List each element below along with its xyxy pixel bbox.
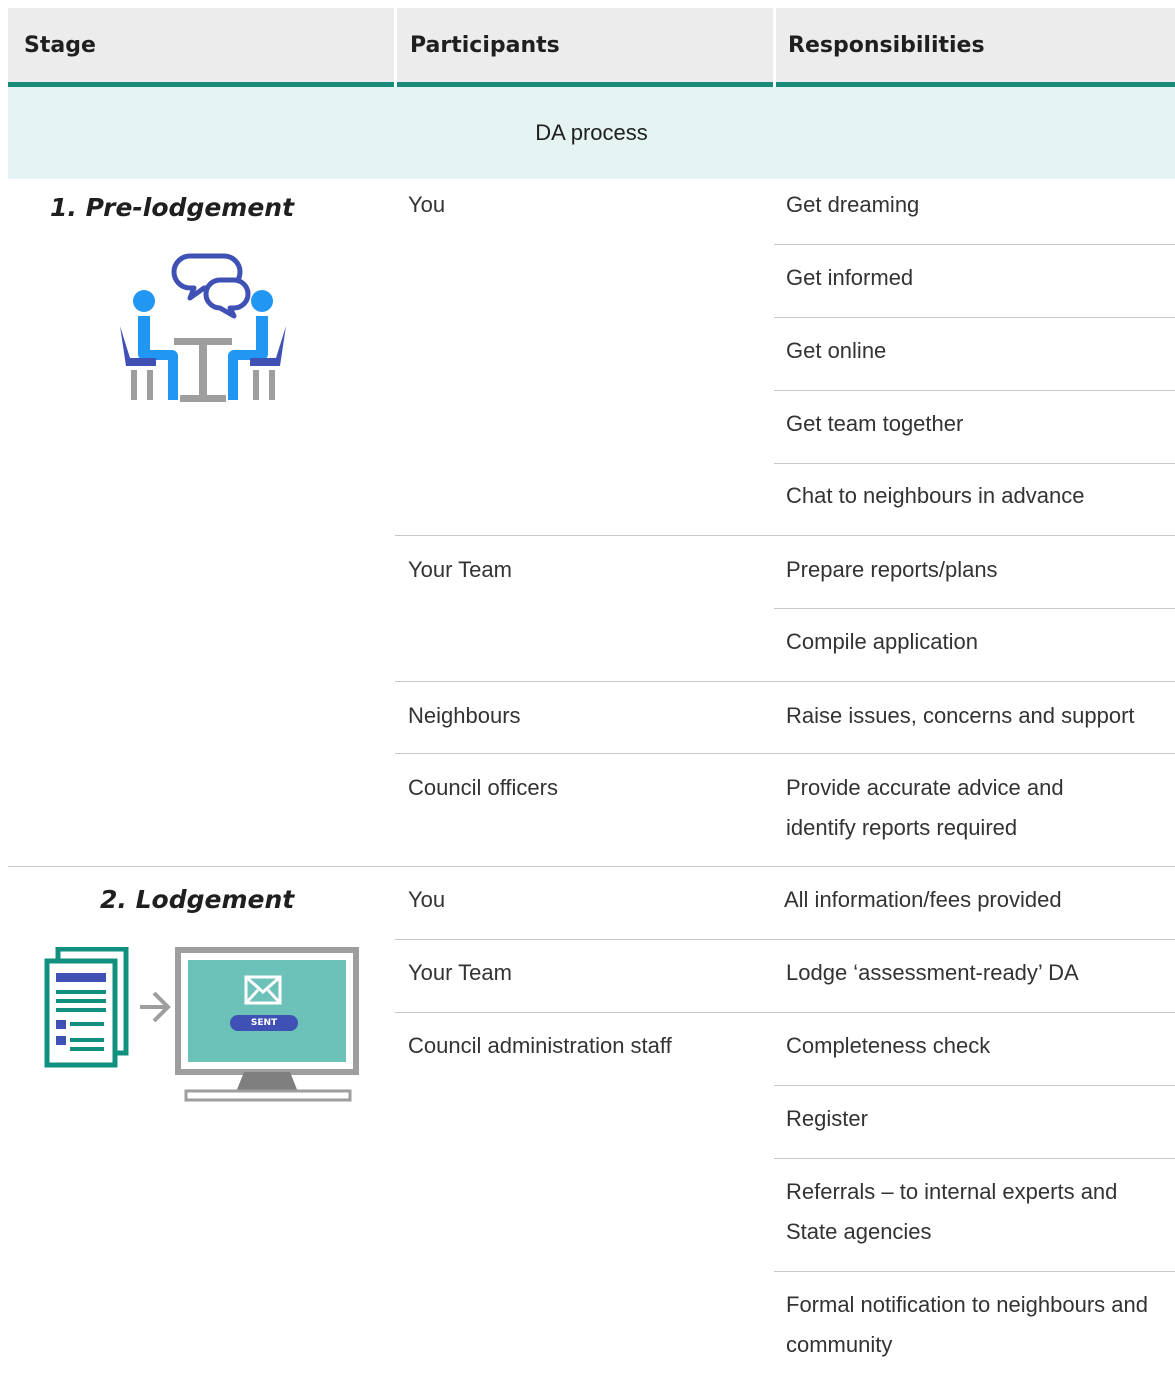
group-divider: [395, 753, 1175, 754]
row-divider: [774, 608, 1175, 609]
participant-label: Council administration staff: [408, 1033, 672, 1058]
header-divider: [773, 8, 776, 87]
stage-title: 2. Lodgement: [100, 885, 295, 914]
meeting-people-icon: [120, 253, 286, 402]
table-header: Stage Participants Responsibilities: [8, 8, 1175, 87]
row-divider: [774, 463, 1175, 464]
participant-label: You: [408, 192, 446, 217]
responsibility-item: Prepare reports/plans: [786, 557, 998, 582]
row-divider: [774, 1085, 1175, 1086]
group-divider: [395, 535, 1175, 536]
responsibility-item: Chat to neighbours in advance: [786, 483, 1085, 508]
responsibility-item: Get online: [786, 338, 887, 363]
row-divider: [774, 1158, 1175, 1159]
row-divider: [774, 390, 1175, 391]
header-participants: Participants: [410, 32, 560, 58]
stage-title: 1. Pre-lodgement: [50, 193, 295, 222]
responsibility-item: Get informed: [786, 265, 914, 290]
group-divider: [395, 939, 1175, 940]
responsibility-item: Compile application: [786, 629, 978, 654]
responsibility-item: Formal notification to neighbours and co…: [786, 1292, 1148, 1357]
stage-divider: [8, 866, 1175, 867]
responsibility-item: Completeness check: [786, 1033, 991, 1058]
responsibility-item: Get dreaming: [786, 192, 920, 217]
group-divider: [395, 681, 1175, 682]
participant-label: Council officers: [408, 775, 558, 800]
responsibility-item: Provide accurate advice and identify rep…: [786, 775, 1064, 840]
header-stage: Stage: [24, 32, 96, 58]
responsibility-item: Get team together: [786, 411, 964, 436]
header-divider: [394, 8, 397, 87]
participant-label: Your Team: [408, 557, 512, 582]
participant-label: Your Team: [408, 960, 512, 985]
document-to-computer-icon: [44, 947, 359, 1102]
row-divider: [774, 317, 1175, 318]
responsibility-item: Raise issues, concerns and support: [786, 703, 1135, 728]
responsibility-item: Register: [786, 1106, 868, 1131]
responsibility-item: Lodge ‘assessment-ready’ DA: [786, 960, 1079, 985]
header-responsibilities: Responsibilities: [788, 32, 985, 58]
group-divider: [395, 1012, 1175, 1013]
responsibility-item: Referrals – to internal experts and Stat…: [786, 1179, 1118, 1244]
responsibility-item: All information/fees provided: [784, 887, 1062, 912]
participant-label: You: [408, 887, 446, 912]
row-divider: [774, 244, 1175, 245]
participant-label: Neighbours: [408, 703, 521, 728]
row-divider: [774, 1271, 1175, 1272]
sent-badge: SENT: [250, 1018, 278, 1028]
section-title: DA process: [8, 87, 1175, 179]
